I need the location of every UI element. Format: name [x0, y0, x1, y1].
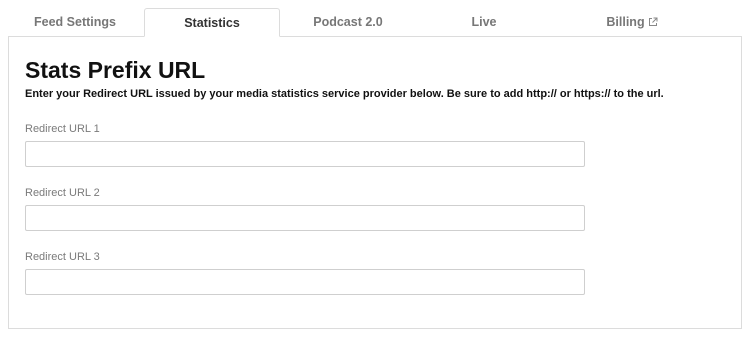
tab-podcast-2-0[interactable]: Podcast 2.0 — [280, 8, 416, 36]
tab-label: Billing — [606, 15, 645, 29]
tab-label: Statistics — [184, 16, 240, 30]
redirect-url-3-label: Redirect URL 3 — [25, 251, 100, 263]
page-title: Stats Prefix URL — [25, 57, 206, 83]
tab-billing[interactable]: Billing — [552, 8, 712, 36]
redirect-url-2-input[interactable] — [25, 205, 585, 231]
tab-statistics[interactable]: Statistics — [144, 8, 280, 37]
tab-label: Live — [471, 15, 497, 29]
tab-live[interactable]: Live — [416, 8, 552, 36]
tab-label: Podcast 2.0 — [313, 15, 383, 29]
redirect-url-1-input[interactable] — [25, 141, 585, 167]
redirect-url-1-label: Redirect URL 1 — [25, 123, 100, 135]
section-description: Enter your Redirect URL issued by your m… — [25, 88, 664, 100]
tab-bar: Feed Settings Statistics Podcast 2.0 Liv… — [0, 0, 750, 37]
redirect-url-3-input[interactable] — [25, 269, 585, 295]
external-link-icon — [648, 9, 658, 37]
redirect-url-2-label: Redirect URL 2 — [25, 187, 100, 199]
tab-feed-settings[interactable]: Feed Settings — [0, 8, 150, 36]
tab-label: Feed Settings — [34, 15, 116, 29]
